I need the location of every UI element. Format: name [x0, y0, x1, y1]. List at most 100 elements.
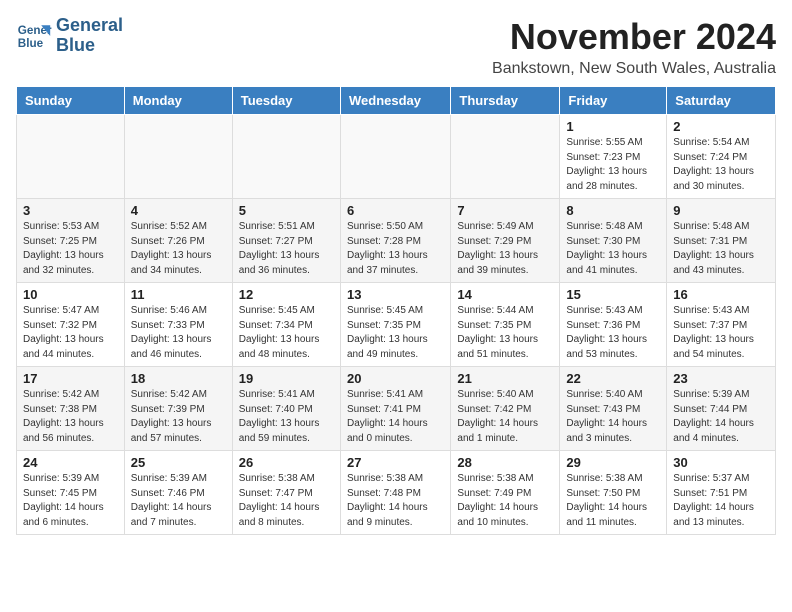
calendar-cell: 2 Sunrise: 5:54 AMSunset: 7:24 PMDaylight…	[667, 115, 776, 199]
day-number: 4	[131, 203, 226, 218]
day-number: 20	[347, 371, 444, 386]
day-info: Sunrise: 5:41 AMSunset: 7:41 PMDaylight:…	[347, 388, 444, 446]
location-subtitle: Bankstown, New South Wales, Australia	[492, 60, 776, 78]
calendar-cell: 28 Sunrise: 5:38 AMSunset: 7:49 PMDayligh…	[451, 451, 560, 535]
calendar-cell: 18 Sunrise: 5:42 AMSunset: 7:39 PMDayligh…	[124, 367, 232, 451]
calendar-week-row: 10Sunrise: 5:47 AMSunset: 7:32 PMDayligh…	[17, 283, 776, 367]
calendar-cell	[124, 115, 232, 199]
day-number: 19	[239, 371, 334, 386]
day-number: 6	[347, 203, 444, 218]
weekday-header: Monday	[124, 87, 232, 115]
calendar-cell: 3Sunrise: 5:53 AMSunset: 7:25 PMDaylight…	[17, 199, 125, 283]
calendar-cell: 24 Sunrise: 5:39 AMSunset: 7:45 PMDayligh…	[17, 451, 125, 535]
calendar-cell: 29 Sunrise: 5:38 AMSunset: 7:50 PMDayligh…	[560, 451, 667, 535]
day-info: Sunrise: 5:39 AMSunset: 7:44 PMDaylight:…	[673, 388, 769, 446]
day-info: Sunrise: 5:52 AMSunset: 7:26 PMDaylight:…	[131, 220, 226, 278]
day-info: Sunrise: 5:48 AMSunset: 7:30 PMDaylight:…	[566, 220, 660, 278]
month-title: November 2024	[492, 16, 776, 58]
calendar-cell: 16 Sunrise: 5:43 AMSunset: 7:37 PMDayligh…	[667, 283, 776, 367]
title-block: November 2024 Bankstown, New South Wales…	[492, 16, 776, 78]
calendar-cell: 22 Sunrise: 5:40 AMSunset: 7:43 PMDayligh…	[560, 367, 667, 451]
day-info: Sunrise: 5:54 AMSunset: 7:24 PMDaylight:…	[673, 136, 769, 194]
day-number: 17	[23, 371, 118, 386]
day-number: 2	[673, 119, 769, 134]
day-info: Sunrise: 5:41 AMSunset: 7:40 PMDaylight:…	[239, 388, 334, 446]
day-number: 30	[673, 455, 769, 470]
calendar-week-row: 17 Sunrise: 5:42 AMSunset: 7:38 PMDayligh…	[17, 367, 776, 451]
calendar-cell	[340, 115, 450, 199]
day-number: 16	[673, 287, 769, 302]
weekday-header: Tuesday	[232, 87, 340, 115]
calendar-cell: 23 Sunrise: 5:39 AMSunset: 7:44 PMDayligh…	[667, 367, 776, 451]
calendar-week-row: 1 Sunrise: 5:55 AMSunset: 7:23 PMDaylight…	[17, 115, 776, 199]
day-number: 14	[457, 287, 553, 302]
calendar-cell: 4 Sunrise: 5:52 AMSunset: 7:26 PMDaylight…	[124, 199, 232, 283]
weekday-header: Sunday	[17, 87, 125, 115]
day-info: Sunrise: 5:42 AMSunset: 7:38 PMDaylight:…	[23, 388, 118, 446]
calendar-cell	[451, 115, 560, 199]
day-info: Sunrise: 5:45 AMSunset: 7:35 PMDaylight:…	[347, 304, 444, 362]
day-number: 21	[457, 371, 553, 386]
day-info: Sunrise: 5:45 AMSunset: 7:34 PMDaylight:…	[239, 304, 334, 362]
calendar-cell: 5 Sunrise: 5:51 AMSunset: 7:27 PMDaylight…	[232, 199, 340, 283]
day-info: Sunrise: 5:38 AMSunset: 7:48 PMDaylight:…	[347, 472, 444, 530]
day-number: 24	[23, 455, 118, 470]
day-info: Sunrise: 5:40 AMSunset: 7:42 PMDaylight:…	[457, 388, 553, 446]
day-number: 8	[566, 203, 660, 218]
calendar-week-row: 24 Sunrise: 5:39 AMSunset: 7:45 PMDayligh…	[17, 451, 776, 535]
day-info: Sunrise: 5:43 AMSunset: 7:36 PMDaylight:…	[566, 304, 660, 362]
day-number: 7	[457, 203, 553, 218]
page-header: General Blue GeneralBlue November 2024 B…	[16, 16, 776, 78]
day-number: 10	[23, 287, 118, 302]
calendar-cell: 20 Sunrise: 5:41 AMSunset: 7:41 PMDayligh…	[340, 367, 450, 451]
calendar-cell	[17, 115, 125, 199]
day-number: 1	[566, 119, 660, 134]
logo-text: GeneralBlue	[56, 16, 123, 56]
calendar-week-row: 3Sunrise: 5:53 AMSunset: 7:25 PMDaylight…	[17, 199, 776, 283]
day-info: Sunrise: 5:39 AMSunset: 7:45 PMDaylight:…	[23, 472, 118, 530]
calendar-cell: 12 Sunrise: 5:45 AMSunset: 7:34 PMDayligh…	[232, 283, 340, 367]
calendar-cell: 10Sunrise: 5:47 AMSunset: 7:32 PMDayligh…	[17, 283, 125, 367]
day-info: Sunrise: 5:51 AMSunset: 7:27 PMDaylight:…	[239, 220, 334, 278]
day-number: 25	[131, 455, 226, 470]
day-number: 29	[566, 455, 660, 470]
day-info: Sunrise: 5:43 AMSunset: 7:37 PMDaylight:…	[673, 304, 769, 362]
day-info: Sunrise: 5:55 AMSunset: 7:23 PMDaylight:…	[566, 136, 660, 194]
day-number: 5	[239, 203, 334, 218]
calendar-header-row: SundayMondayTuesdayWednesdayThursdayFrid…	[17, 87, 776, 115]
svg-text:Blue: Blue	[18, 37, 44, 50]
day-number: 18	[131, 371, 226, 386]
calendar-cell: 15 Sunrise: 5:43 AMSunset: 7:36 PMDayligh…	[560, 283, 667, 367]
calendar-cell: 30 Sunrise: 5:37 AMSunset: 7:51 PMDayligh…	[667, 451, 776, 535]
calendar-cell: 14 Sunrise: 5:44 AMSunset: 7:35 PMDayligh…	[451, 283, 560, 367]
day-info: Sunrise: 5:50 AMSunset: 7:28 PMDaylight:…	[347, 220, 444, 278]
calendar-cell: 21 Sunrise: 5:40 AMSunset: 7:42 PMDayligh…	[451, 367, 560, 451]
calendar-cell: 8 Sunrise: 5:48 AMSunset: 7:30 PMDaylight…	[560, 199, 667, 283]
day-info: Sunrise: 5:38 AMSunset: 7:50 PMDaylight:…	[566, 472, 660, 530]
calendar-cell: 6 Sunrise: 5:50 AMSunset: 7:28 PMDaylight…	[340, 199, 450, 283]
day-info: Sunrise: 5:37 AMSunset: 7:51 PMDaylight:…	[673, 472, 769, 530]
weekday-header: Thursday	[451, 87, 560, 115]
day-info: Sunrise: 5:38 AMSunset: 7:49 PMDaylight:…	[457, 472, 553, 530]
logo: General Blue GeneralBlue	[16, 16, 123, 56]
day-info: Sunrise: 5:42 AMSunset: 7:39 PMDaylight:…	[131, 388, 226, 446]
day-info: Sunrise: 5:49 AMSunset: 7:29 PMDaylight:…	[457, 220, 553, 278]
day-number: 28	[457, 455, 553, 470]
day-number: 12	[239, 287, 334, 302]
calendar-cell	[232, 115, 340, 199]
weekday-header: Friday	[560, 87, 667, 115]
day-number: 22	[566, 371, 660, 386]
calendar-cell: 26Sunrise: 5:38 AMSunset: 7:47 PMDayligh…	[232, 451, 340, 535]
day-number: 27	[347, 455, 444, 470]
day-number: 23	[673, 371, 769, 386]
weekday-header: Saturday	[667, 87, 776, 115]
calendar-cell: 17 Sunrise: 5:42 AMSunset: 7:38 PMDayligh…	[17, 367, 125, 451]
day-info: Sunrise: 5:46 AMSunset: 7:33 PMDaylight:…	[131, 304, 226, 362]
day-info: Sunrise: 5:44 AMSunset: 7:35 PMDaylight:…	[457, 304, 553, 362]
day-number: 15	[566, 287, 660, 302]
day-info: Sunrise: 5:48 AMSunset: 7:31 PMDaylight:…	[673, 220, 769, 278]
day-number: 13	[347, 287, 444, 302]
calendar-cell: 9Sunrise: 5:48 AMSunset: 7:31 PMDaylight…	[667, 199, 776, 283]
calendar-table: SundayMondayTuesdayWednesdayThursdayFrid…	[16, 86, 776, 535]
day-info: Sunrise: 5:40 AMSunset: 7:43 PMDaylight:…	[566, 388, 660, 446]
